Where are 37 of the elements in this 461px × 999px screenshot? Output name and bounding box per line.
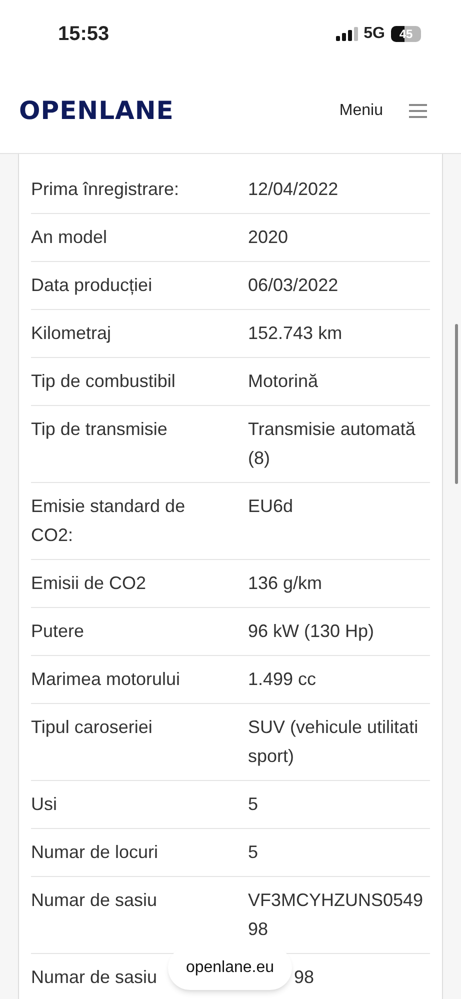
spec-label: Numar de locuri: [31, 842, 158, 862]
spec-value: 136 g/km: [248, 572, 324, 595]
spec-value: 152.743 km: [248, 322, 344, 345]
spec-value: VF3MCYHZUNS0549 98: [248, 889, 424, 941]
spec-value: 2020: [248, 226, 290, 249]
spec-label: Tip de combustibil: [31, 371, 176, 391]
url-pill[interactable]: openlane.eu: [168, 946, 292, 990]
network-label: 5G: [364, 24, 385, 44]
spec-label: Kilometraj: [31, 323, 112, 343]
spec-value: Motorină: [248, 370, 320, 393]
spec-label: Tip de transmisie: [31, 419, 168, 439]
spec-value: 96 kW (130 Hp): [248, 620, 376, 643]
spec-label: Tipul caroseriei: [31, 717, 152, 737]
spec-label: Putere: [31, 621, 84, 641]
spec-label: Data producției: [31, 275, 152, 295]
spec-value: EU6d: [248, 495, 294, 518]
menu-icon[interactable]: [409, 102, 427, 118]
spec-value: Transmisie automată (8): [248, 418, 416, 470]
spec-label: An model: [31, 227, 108, 247]
signal-icon: [336, 27, 358, 41]
menu-link[interactable]: Meniu: [339, 98, 383, 122]
spec-value: 98: [294, 966, 314, 989]
openlane-logo[interactable]: OPENLANE: [19, 92, 174, 130]
spec-value: 5: [248, 793, 260, 816]
spec-label: Usi: [31, 794, 57, 814]
spec-value: 5: [248, 841, 260, 864]
status-time: 15:53: [58, 22, 110, 47]
spec-value: 1.499 cc: [248, 668, 318, 691]
spec-label: Numar de sasiu: [31, 967, 158, 987]
spec-label: Prima înregistrare:: [31, 179, 180, 199]
spec-value: 12/04/2022: [248, 178, 340, 201]
spec-label: Numar de sasiu: [31, 890, 158, 910]
spec-label: Emisii de CO2: [31, 573, 146, 593]
spec-value: SUV (vehicule utilitati sport): [248, 716, 420, 768]
spec-value: 06/03/2022: [248, 274, 340, 297]
spec-label: Emisie standard de CO2:: [31, 496, 186, 545]
spec-label: Marimea motorului: [31, 669, 180, 689]
